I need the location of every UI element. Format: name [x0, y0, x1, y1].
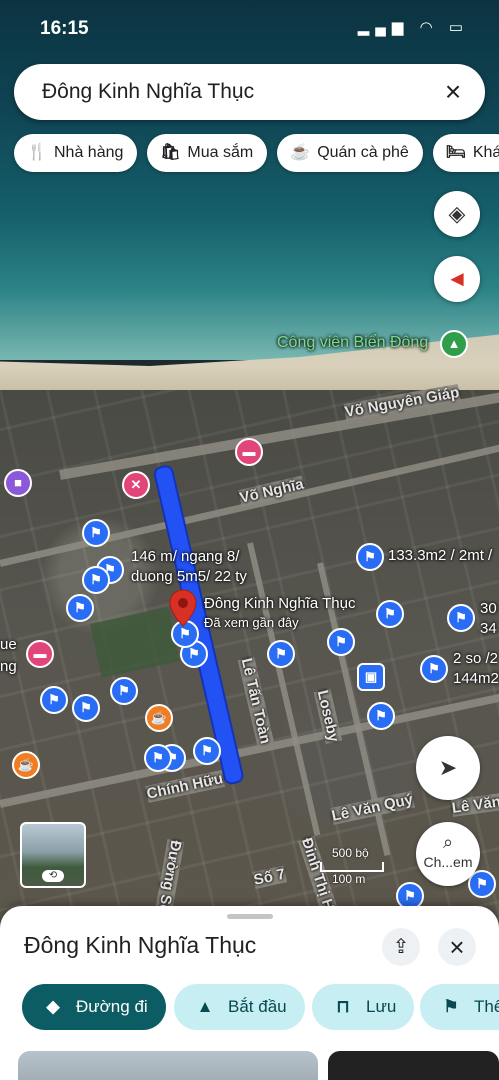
purple-pin-icon[interactable]: ■ [4, 469, 32, 497]
bed-icon: 🛏 [445, 144, 466, 161]
directions-icon: ◆ [46, 997, 60, 1016]
flag-pin-icon[interactable]: ⚑ [72, 694, 100, 722]
hotel-pin-icon[interactable]: ▬ [235, 438, 263, 466]
lens-button[interactable]: ⌕ Ch...em [416, 822, 480, 886]
scale-bottom-label: 100 m [332, 872, 366, 886]
chip-label: Khá [472, 144, 499, 161]
place-title: Đông Kinh Nghĩa Thục [24, 932, 257, 958]
shopping-bag-icon: 🛍 [160, 144, 181, 161]
listing-label-1b[interactable]: duong 5m5/ 22 ty [131, 568, 247, 585]
chip-label: Quán cà phê [317, 144, 409, 161]
layers-button[interactable]: ◈ [434, 191, 480, 237]
flag-pin-icon[interactable]: ⚑ [327, 628, 355, 656]
save-button[interactable]: ⊓ Lưu [312, 984, 415, 1030]
status-icons: ▂▄▆ ◠ ▭ [357, 19, 469, 36]
listing-label-4b[interactable]: 144m2 [453, 670, 499, 687]
flag-pin-icon[interactable]: ⚑ [447, 604, 475, 632]
save-label: Lưu [366, 997, 397, 1016]
chip-cafes[interactable]: ☕ Quán cà phê [277, 134, 423, 172]
share-icon: ⇪ [392, 936, 410, 958]
cafe-pin-left-icon[interactable]: ☕ [12, 751, 40, 779]
close-button[interactable]: × [438, 928, 476, 966]
directions-button[interactable]: ◆ Đường đi [22, 984, 166, 1030]
place-photo[interactable] [18, 1051, 318, 1080]
hotel-pin-left-icon[interactable]: ▬ [26, 640, 54, 668]
flag-pin-icon[interactable]: ⚑ [66, 594, 94, 622]
listing-label-4[interactable]: 2 so /2 [453, 650, 498, 667]
tools-pin-icon[interactable]: ✕ [122, 471, 150, 499]
status-time: 16:15 [40, 18, 89, 39]
street-view-rotate-icon: ⟲ [42, 870, 64, 882]
lens-label: Ch...em [423, 854, 473, 870]
flag-pin-icon[interactable]: ⚑ [376, 600, 404, 628]
compass-icon: ◄ [446, 266, 468, 291]
flag-pin-icon[interactable]: ⚑ [356, 543, 384, 571]
photo-strip [18, 1051, 499, 1080]
selected-place-label[interactable]: Đông Kinh Nghĩa Thục [204, 595, 356, 612]
place-photo[interactable] [328, 1051, 499, 1080]
chip-hotels[interactable]: 🛏 Khá [432, 134, 499, 172]
chip-label: Nhà hàng [54, 144, 124, 161]
fork-knife-icon: 🍴 [27, 144, 47, 161]
start-button[interactable]: ▲ Bắt đầu [174, 984, 305, 1030]
flag-pin-icon[interactable]: ⚑ [40, 686, 68, 714]
scale-bar [320, 862, 384, 872]
flag-pin-icon[interactable]: ⚑ [193, 737, 221, 765]
map-scale: 500 bộ 100 m [320, 846, 384, 886]
start-arrow-icon: ▲ [196, 997, 214, 1016]
listing-label-2[interactable]: 133.3m2 / 2mt / [388, 547, 492, 564]
label-button[interactable]: ⚑ Thê [420, 984, 499, 1030]
search-query[interactable]: Đông Kinh Nghĩa Thục [42, 80, 254, 104]
listing-label-3b[interactable]: 34 [480, 620, 497, 637]
left-label-1[interactable]: ue [0, 636, 17, 653]
listing-label-3[interactable]: 30 [480, 600, 497, 617]
street-view-thumbnail[interactable]: ⟲ [20, 822, 86, 888]
directions-label: Đường đi [76, 997, 148, 1016]
clear-search-icon[interactable]: × [437, 76, 469, 108]
layers-icon: ◈ [448, 201, 466, 226]
chip-restaurants[interactable]: 🍴 Nhà hàng [14, 134, 138, 172]
left-label-2[interactable]: ng [0, 658, 17, 675]
share-button[interactable]: ⇪ [382, 928, 420, 966]
flag-icon: ⚑ [443, 997, 459, 1016]
status-bar: 16:15 ▂▄▆ ◠ ▭ [0, 0, 499, 58]
chip-shopping[interactable]: 🛍 Mua sắm [147, 134, 268, 172]
bookmark-icon: ⊓ [336, 997, 350, 1016]
flag-pin-icon[interactable]: ⚑ [420, 655, 448, 683]
listing-label-1[interactable]: 146 m/ ngang 8/ [131, 548, 239, 565]
sheet-drag-handle[interactable] [227, 914, 273, 919]
scale-top-label: 500 bộ [332, 846, 369, 860]
flag-pin-icon[interactable]: ⚑ [110, 677, 138, 705]
compass-button[interactable]: ◄ [434, 256, 480, 302]
cafe-pin-icon[interactable]: ☕ [145, 704, 173, 732]
camera-search-icon: ⌕ [442, 832, 454, 852]
place-bottom-sheet[interactable]: Đông Kinh Nghĩa Thục ⇪ × ◆ Đường đi ▲ Bắt … [0, 906, 499, 1080]
flag-pin-icon[interactable]: ⚑ [82, 519, 110, 547]
label-button-text: Thê [474, 997, 499, 1016]
selected-location-pin-icon[interactable] [168, 588, 198, 628]
selected-place-sublabel: Đã xem gần đây [204, 615, 299, 630]
navigation-arrow-icon: ➤ [438, 755, 458, 780]
flag-pin-icon[interactable]: ⚑ [82, 566, 110, 594]
park-label[interactable]: Công viên Biển Đông [277, 334, 428, 352]
flag-pin-icon[interactable]: ⚑ [267, 640, 295, 668]
close-icon: × [449, 932, 465, 962]
my-location-button[interactable]: ➤ [416, 736, 480, 800]
category-chips: 🍴 Nhà hàng 🛍 Mua sắm ☕ Quán cà phê 🛏 Khá [14, 134, 499, 172]
search-bar[interactable]: Đông Kinh Nghĩa Thục × [14, 64, 485, 120]
flag-pin-icon[interactable]: ⚑ [144, 744, 172, 772]
park-tree-icon[interactable]: ▲ [440, 330, 468, 358]
flag-pin-icon[interactable]: ⚑ [367, 702, 395, 730]
start-label: Bắt đầu [228, 997, 287, 1016]
shop-pin-icon[interactable]: ▣ [357, 663, 385, 691]
map-screen: Công viên Biển Đông ▲ Võ Nguyên Giáp Võ … [0, 0, 499, 1080]
chip-label: Mua sắm [187, 144, 254, 161]
coffee-cup-icon: ☕ [290, 144, 311, 161]
